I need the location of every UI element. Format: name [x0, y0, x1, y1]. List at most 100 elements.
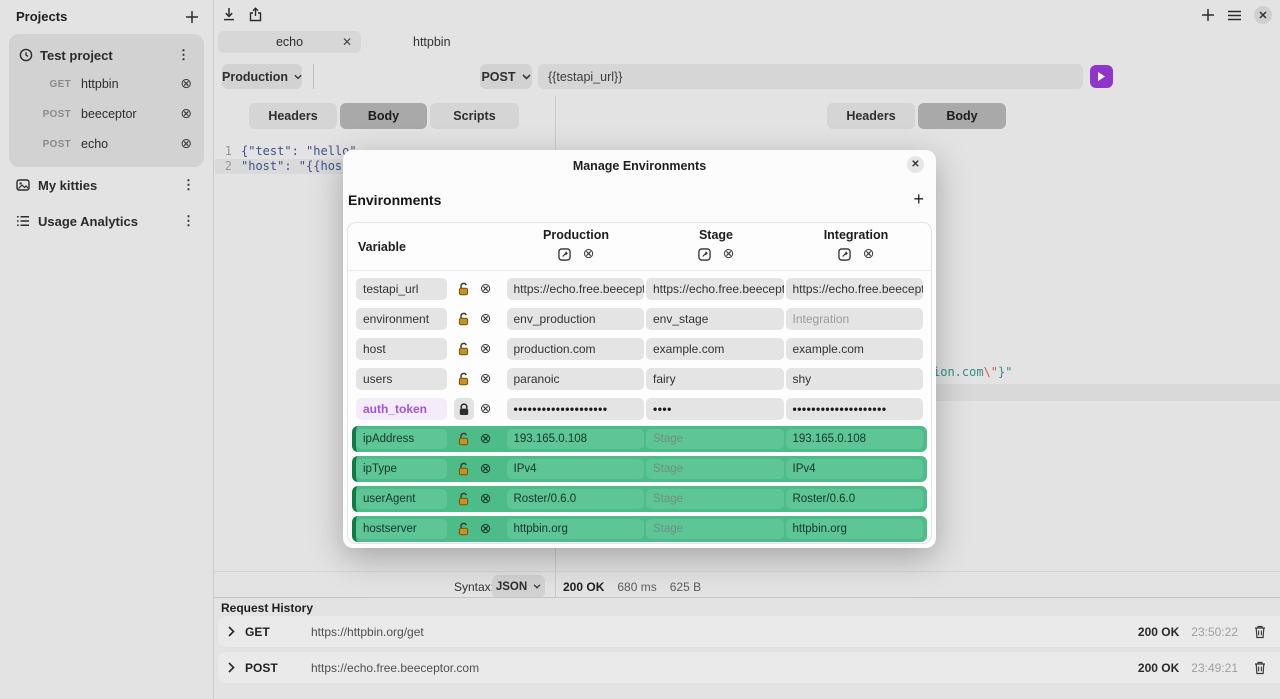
request-url-input[interactable]: {{testapi_url}}	[538, 64, 1083, 89]
variable-name-input[interactable]: ipAddress	[356, 429, 447, 449]
sidebar-item-my-kitties[interactable]: My kitties⋮	[0, 167, 213, 203]
variable-value-input[interactable]: fairy	[646, 368, 784, 390]
delete-environment-icon[interactable]: ⊗	[723, 247, 735, 261]
edit-environment-icon[interactable]	[838, 248, 851, 261]
delete-variable-icon[interactable]: ⊗	[480, 492, 492, 506]
lock-open-icon[interactable]	[457, 372, 470, 386]
edit-environment-icon[interactable]	[558, 248, 571, 261]
variable-value-input[interactable]: https://echo.free.beecepto	[507, 278, 645, 300]
variable-value-input[interactable]: IPv4	[507, 459, 645, 479]
variable-name-input[interactable]: host	[356, 338, 447, 360]
lock-toggle[interactable]	[453, 398, 475, 420]
add-project-icon[interactable]	[185, 10, 199, 24]
delete-variable[interactable]: ⊗	[475, 492, 497, 506]
lock-open-icon[interactable]	[457, 522, 470, 536]
trash-icon[interactable]	[1254, 625, 1266, 639]
request-tab-scripts[interactable]: Scripts	[430, 103, 519, 129]
variable-value-input[interactable]: 193.165.0.108	[786, 429, 924, 449]
remove-request-icon[interactable]: ⊗	[180, 77, 192, 91]
variable-name-input[interactable]: environment	[356, 308, 447, 330]
remove-request-icon[interactable]: ⊗	[180, 107, 192, 121]
delete-environment-icon[interactable]: ⊗	[863, 247, 875, 261]
variable-value-input[interactable]: production.com	[507, 338, 645, 360]
variable-value-input[interactable]: ••••••••••••••••••••	[786, 398, 924, 420]
delete-variable[interactable]: ⊗	[475, 282, 497, 296]
lock-open-icon[interactable]	[457, 462, 470, 476]
request-tab-headers[interactable]: Headers	[249, 103, 337, 129]
lock-toggle[interactable]	[453, 522, 475, 536]
variable-value-input[interactable]: Integration	[786, 308, 924, 330]
sidebar-request-item[interactable]: POSTecho⊗	[9, 129, 204, 159]
lock-toggle[interactable]	[453, 312, 475, 326]
lock-toggle[interactable]	[453, 462, 475, 476]
variable-value-input[interactable]: httpbin.org	[507, 519, 645, 539]
variable-name-input[interactable]: users	[356, 368, 447, 390]
chevron-right-icon[interactable]	[228, 626, 235, 637]
variable-value-input[interactable]: Roster/0.6.0	[507, 489, 645, 509]
history-row[interactable]: POSThttps://echo.free.beeceptor.com200 O…	[218, 652, 1280, 683]
variable-name-input[interactable]: hostserver	[356, 519, 447, 539]
download-icon[interactable]	[222, 7, 236, 22]
add-tab-icon[interactable]	[1201, 8, 1215, 22]
delete-variable-icon[interactable]: ⊗	[480, 312, 492, 326]
variable-value-input[interactable]: Stage	[646, 459, 784, 479]
request-tab-body[interactable]: Body	[340, 103, 427, 129]
sidebar-request-item[interactable]: GEThttpbin⊗	[9, 69, 204, 99]
lock-toggle[interactable]	[453, 492, 475, 506]
variable-value-input[interactable]: shy	[786, 368, 924, 390]
project-menu-icon[interactable]: ⋮	[173, 47, 194, 63]
response-tab-headers[interactable]: Headers	[827, 103, 915, 129]
request-body-editor[interactable]: 1{"test": "hello"2"host": "{{host	[214, 144, 357, 173]
lock-open-icon[interactable]	[457, 432, 470, 446]
delete-variable[interactable]: ⊗	[475, 462, 497, 476]
modal-close-icon[interactable]: ✕	[907, 156, 924, 173]
lock-open-icon[interactable]	[457, 342, 470, 356]
variable-value-input[interactable]: example.com	[786, 338, 924, 360]
environment-dropdown[interactable]: Production	[222, 64, 302, 89]
delete-variable-icon[interactable]: ⊗	[480, 522, 492, 536]
variable-value-input[interactable]: Stage	[646, 489, 784, 509]
history-row[interactable]: GEThttps://httpbin.org/get200 OK23:50:22	[218, 616, 1280, 647]
lock-toggle[interactable]	[453, 282, 475, 296]
variable-value-input[interactable]: ••••	[646, 398, 784, 420]
remove-request-icon[interactable]: ⊗	[180, 137, 192, 151]
variable-name-input[interactable]: ipType	[356, 459, 447, 479]
project-header[interactable]: Test project ⋮	[9, 38, 204, 69]
variable-value-input[interactable]: Stage	[646, 519, 784, 539]
delete-variable[interactable]: ⊗	[475, 342, 497, 356]
variable-name-input[interactable]: userAgent	[356, 489, 447, 509]
delete-variable[interactable]: ⊗	[475, 432, 497, 446]
lock-toggle[interactable]	[453, 372, 475, 386]
tab-close-icon[interactable]: ✕	[342, 35, 352, 49]
sidebar-item-menu-icon[interactable]: ⋮	[178, 213, 199, 229]
variable-value-input[interactable]: Stage	[646, 429, 784, 449]
variable-value-input[interactable]: https://echo.free.beecepto	[786, 278, 924, 300]
lock-toggle[interactable]	[453, 342, 475, 356]
tab-echo[interactable]: echo ✕	[218, 31, 361, 53]
delete-variable[interactable]: ⊗	[475, 402, 497, 416]
variable-value-input[interactable]: example.com	[646, 338, 784, 360]
edit-environment-icon[interactable]	[698, 248, 711, 261]
method-dropdown[interactable]: POST	[480, 64, 532, 89]
variable-value-input[interactable]: env_stage	[646, 308, 784, 330]
delete-variable[interactable]: ⊗	[475, 312, 497, 326]
share-icon[interactable]	[249, 7, 262, 22]
chevron-right-icon[interactable]	[228, 662, 235, 673]
variable-value-input[interactable]: ••••••••••••••••••••	[507, 398, 645, 420]
menu-icon[interactable]	[1227, 10, 1242, 21]
trash-icon[interactable]	[1254, 661, 1266, 675]
delete-variable-icon[interactable]: ⊗	[480, 432, 492, 446]
lock-open-icon[interactable]	[457, 492, 470, 506]
add-environment-icon[interactable]: +	[913, 190, 924, 208]
variable-name-input[interactable]: testapi_url	[356, 278, 447, 300]
variable-value-input[interactable]: Roster/0.6.0	[786, 489, 924, 509]
syntax-dropdown[interactable]: JSON	[492, 575, 545, 598]
tab-httpbin[interactable]: httpbin	[413, 35, 451, 49]
variable-name-input[interactable]: auth_token	[356, 398, 447, 420]
window-close-icon[interactable]: ✕	[1254, 6, 1272, 24]
sidebar-item-usage-analytics[interactable]: Usage Analytics⋮	[0, 203, 213, 239]
delete-variable[interactable]: ⊗	[475, 522, 497, 536]
delete-variable[interactable]: ⊗	[475, 372, 497, 386]
variable-value-input[interactable]: 193.165.0.108	[507, 429, 645, 449]
lock-open-icon[interactable]	[457, 312, 470, 326]
